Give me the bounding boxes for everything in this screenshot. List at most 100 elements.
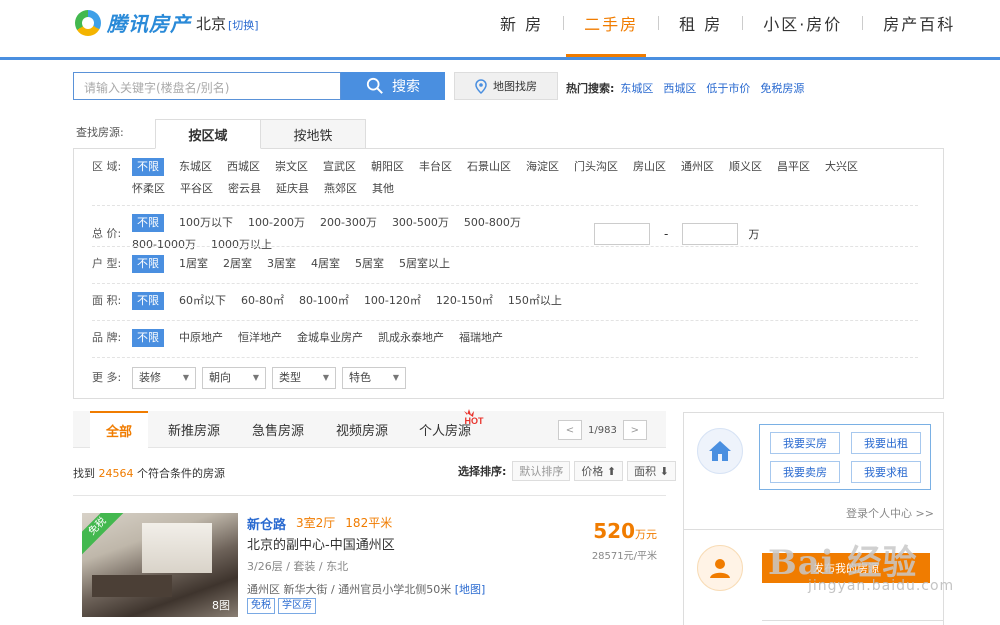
price-option[interactable]: 300-500万 xyxy=(392,214,449,232)
listing-photo[interactable]: 免税 8图 xyxy=(82,513,238,617)
area-option[interactable]: 怀柔区 xyxy=(132,180,165,198)
nav-new-homes[interactable]: 新 房 xyxy=(480,11,563,35)
decoration-dropdown[interactable]: 装修 ▼ xyxy=(132,367,196,389)
layout-option[interactable]: 不限 xyxy=(132,255,164,273)
area-option[interactable]: 西城区 xyxy=(227,158,260,176)
tab-by-subway[interactable]: 按地铁 xyxy=(260,119,366,149)
orientation-dropdown[interactable]: 朝向 ▼ xyxy=(202,367,266,389)
nav-community-price[interactable]: 小区·房价 xyxy=(743,11,862,35)
dropdown-label: 朝向 xyxy=(209,371,231,384)
sort-default-button[interactable]: 默认排序 xyxy=(512,461,571,481)
nav-second-hand[interactable]: 二手房 xyxy=(564,11,658,35)
city-switch-link[interactable]: [切换] xyxy=(228,19,259,32)
sort-area-button[interactable]: 面积 ⬇ xyxy=(627,461,676,481)
site-logo[interactable]: 腾讯房产 xyxy=(75,8,191,37)
feature-dropdown[interactable]: 特色 ▼ xyxy=(342,367,406,389)
layout-option[interactable]: 3居室 xyxy=(267,255,296,273)
area-option[interactable]: 海淀区 xyxy=(526,158,559,176)
size-option[interactable]: 60㎡以下 xyxy=(179,292,226,310)
sell-house-button[interactable]: 我要卖房 xyxy=(770,461,840,483)
hot-link[interactable]: 免税房源 xyxy=(760,80,804,96)
prev-page-button[interactable]: < xyxy=(558,420,582,440)
layout-option[interactable]: 1居室 xyxy=(179,255,208,273)
brand-option[interactable]: 恒洋地产 xyxy=(238,329,282,347)
result-count: 找到 24564 个符合条件的房源 xyxy=(73,465,225,481)
area-option[interactable]: 昌平区 xyxy=(777,158,810,176)
price-option[interactable]: 200-300万 xyxy=(320,214,377,232)
nav-rent[interactable]: 租 房 xyxy=(659,11,742,35)
area-option[interactable]: 顺义区 xyxy=(729,158,762,176)
layout-option[interactable]: 4居室 xyxy=(311,255,340,273)
area-option[interactable]: 不限 xyxy=(132,158,164,176)
area-option[interactable]: 延庆县 xyxy=(276,180,309,198)
layout-option[interactable]: 2居室 xyxy=(223,255,252,273)
size-option[interactable]: 100-120㎡ xyxy=(364,292,421,310)
brand-option[interactable]: 中原地产 xyxy=(179,329,223,347)
listing-name-link[interactable]: 新仓路 xyxy=(247,514,286,533)
house-icon xyxy=(697,428,743,474)
layout-option[interactable]: 5居室 xyxy=(355,255,384,273)
price-min-input[interactable] xyxy=(594,223,650,245)
divider xyxy=(92,357,918,358)
hot-link[interactable]: 西城区 xyxy=(663,80,696,96)
user-icon xyxy=(697,545,743,591)
seek-rent-button[interactable]: 我要求租 xyxy=(851,461,921,483)
sort-label: 选择排序: xyxy=(458,465,507,478)
tab-urgent-sale[interactable]: 急售房源 xyxy=(252,411,304,448)
price-option[interactable]: 100-200万 xyxy=(248,214,305,232)
filter-label: 区 域: xyxy=(92,160,122,173)
price-option[interactable]: 500-800万 xyxy=(464,214,521,232)
area-option[interactable]: 密云县 xyxy=(228,180,261,198)
layout-options: 不限 1居室 2居室 3居室 4居室 5居室 5居室以上 xyxy=(132,255,892,273)
tab-new-listings[interactable]: 新推房源 xyxy=(168,411,220,448)
brand-option[interactable]: 凯成永泰地产 xyxy=(378,329,444,347)
listing-address: 通州区 新华大街 / 通州官员小学北侧50米 [地图] xyxy=(247,581,485,597)
price-max-input[interactable] xyxy=(682,223,739,245)
area-option[interactable]: 崇文区 xyxy=(275,158,308,176)
area-option[interactable]: 石景山区 xyxy=(467,158,511,176)
brand-option[interactable]: 福瑞地产 xyxy=(459,329,503,347)
layout-option[interactable]: 5居室以上 xyxy=(399,255,450,273)
area-option[interactable]: 东城区 xyxy=(179,158,212,176)
area-option[interactable]: 门头沟区 xyxy=(574,158,618,176)
hot-link[interactable]: 东城区 xyxy=(620,80,653,96)
tab-by-area[interactable]: 按区域 xyxy=(155,119,261,149)
area-option[interactable]: 平谷区 xyxy=(180,180,213,198)
size-option[interactable]: 60-80㎡ xyxy=(241,292,284,310)
login-center-link[interactable]: 登录个人中心 >> xyxy=(846,505,934,521)
sort-price-button[interactable]: 价格 ⬆ xyxy=(574,461,624,481)
area-option[interactable]: 通州区 xyxy=(681,158,714,176)
area-option[interactable]: 其他 xyxy=(372,180,394,198)
size-option[interactable]: 80-100㎡ xyxy=(299,292,349,310)
type-dropdown[interactable]: 类型 ▼ xyxy=(272,367,336,389)
buy-house-button[interactable]: 我要买房 xyxy=(770,432,840,454)
area-option[interactable]: 房山区 xyxy=(633,158,666,176)
size-option[interactable]: 120-150㎡ xyxy=(436,292,493,310)
area-option[interactable]: 大兴区 xyxy=(825,158,858,176)
area-option[interactable]: 燕郊区 xyxy=(324,180,357,198)
brand-option[interactable]: 不限 xyxy=(132,329,164,347)
price-option[interactable]: 不限 xyxy=(132,214,164,232)
map-link[interactable]: [地图] xyxy=(455,583,486,596)
size-option[interactable]: 不限 xyxy=(132,292,164,310)
area-option[interactable]: 丰台区 xyxy=(419,158,452,176)
tab-all[interactable]: 全部 xyxy=(90,411,149,448)
price-option[interactable]: 100万以下 xyxy=(179,214,233,232)
area-option[interactable]: 朝阳区 xyxy=(371,158,404,176)
search-button[interactable]: 搜索 xyxy=(341,72,445,100)
size-option[interactable]: 150㎡以上 xyxy=(508,292,562,310)
tab-video[interactable]: 视频房源 xyxy=(336,411,388,448)
brand-option[interactable]: 金城阜业房产 xyxy=(297,329,363,347)
nav-encyclopedia[interactable]: 房产百科 xyxy=(863,11,975,35)
price-option[interactable]: 1000万以上 xyxy=(211,236,272,254)
hot-link[interactable]: 低于市价 xyxy=(706,80,750,96)
price-option[interactable]: 800-1000万 xyxy=(132,236,196,254)
search-input[interactable]: 请输入关键字(楼盘名/别名) xyxy=(73,72,341,100)
map-search-button[interactable]: 地图找房 xyxy=(454,72,558,100)
dropdown-label: 装修 xyxy=(139,371,161,384)
listing-tags: 免税 学区房 xyxy=(247,598,316,614)
next-page-button[interactable]: > xyxy=(622,420,647,440)
rent-out-button[interactable]: 我要出租 xyxy=(851,432,921,454)
find-label: 查找房源: xyxy=(76,126,124,139)
area-option[interactable]: 宣武区 xyxy=(323,158,356,176)
